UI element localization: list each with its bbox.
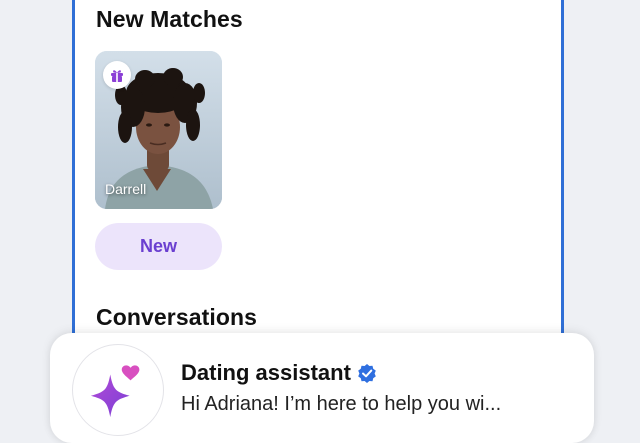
sparkle-heart-icon <box>90 365 140 418</box>
conversation-item-dating-assistant[interactable]: Dating assistant Hi Adriana! I’m here to… <box>50 333 594 443</box>
match-name: Darrell <box>105 181 147 197</box>
match-card-darrell[interactable]: Darrell <box>95 51 222 209</box>
conversations-heading: Conversations <box>96 304 258 330</box>
gift-icon <box>111 70 123 82</box>
assistant-name-row: Dating assistant <box>181 360 377 386</box>
verified-badge-icon <box>358 364 376 383</box>
new-matches-heading: New Matches <box>96 6 243 32</box>
assistant-name: Dating assistant <box>181 360 351 385</box>
message-preview: Hi Adriana! I’m here to help you wi... <box>181 393 502 415</box>
assistant-avatar <box>72 344 164 436</box>
gift-badge <box>103 61 131 89</box>
new-match-badge[interactable]: New <box>95 223 222 270</box>
